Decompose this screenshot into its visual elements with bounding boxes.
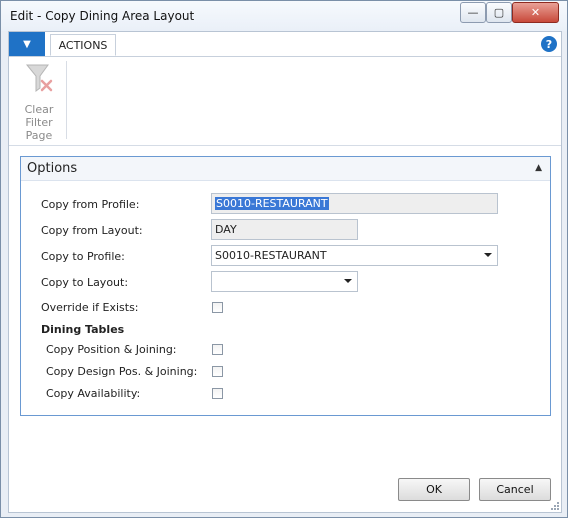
dialog-client: ▼ ACTIONS ? Clear Filter Page Options ▲ … xyxy=(8,31,562,513)
minimize-icon: — xyxy=(467,6,479,19)
copy-design-label: Copy Design Pos. & Joining: xyxy=(46,365,198,378)
group-label-page: Page xyxy=(25,129,53,142)
copy-to-layout-select[interactable] xyxy=(211,271,358,292)
clear-filter-button[interactable]: Clear Filter xyxy=(19,61,59,129)
ribbon: Clear Filter Page xyxy=(9,57,561,146)
override-if-exists-label: Override if Exists: xyxy=(41,301,139,314)
chevron-down-icon[interactable] xyxy=(484,253,492,257)
copy-from-profile-field[interactable]: S0010-RESTAURANT xyxy=(211,193,498,214)
copy-from-profile-value: S0010-RESTAURANT xyxy=(215,197,329,210)
copy-to-profile-select[interactable]: S0010-RESTAURANT xyxy=(211,245,498,266)
copy-to-profile-label: Copy to Profile: xyxy=(41,250,125,263)
dropdown-arrow-icon: ▼ xyxy=(23,38,31,50)
copy-position-checkbox[interactable] xyxy=(212,344,223,355)
copy-to-layout-label: Copy to Layout: xyxy=(41,276,129,289)
options-header[interactable]: Options ▲ xyxy=(21,157,550,181)
ribbon-tab-bar: ▼ ACTIONS ? xyxy=(9,32,561,57)
chevron-down-icon[interactable] xyxy=(344,279,352,283)
copy-from-layout-label: Copy from Layout: xyxy=(41,224,143,237)
maximize-icon: ▢ xyxy=(493,6,505,19)
ok-label: OK xyxy=(426,483,442,496)
title-bar[interactable]: Edit - Copy Dining Area Layout — ▢ ✕ xyxy=(1,1,567,31)
minimize-button[interactable]: — xyxy=(460,2,486,23)
override-if-exists-checkbox[interactable] xyxy=(212,302,223,313)
options-fasttab: Options ▲ Copy from Profile: S0010-RESTA… xyxy=(20,156,551,416)
copy-design-checkbox[interactable] xyxy=(212,366,223,377)
group-divider xyxy=(66,61,67,139)
ok-button[interactable]: OK xyxy=(398,478,470,501)
app-menu-button[interactable]: ▼ xyxy=(9,32,45,56)
options-title: Options xyxy=(27,161,78,176)
clear-filter-icon xyxy=(25,64,53,92)
dining-tables-heading: Dining Tables xyxy=(41,323,125,336)
close-button[interactable]: ✕ xyxy=(512,2,559,23)
dialog-window: Edit - Copy Dining Area Layout — ▢ ✕ ▼ A… xyxy=(0,0,568,518)
copy-to-profile-value: S0010-RESTAURANT xyxy=(215,249,327,262)
cancel-label: Cancel xyxy=(496,483,534,496)
collapse-icon[interactable]: ▲ xyxy=(535,163,542,173)
clear-filter-label: Clear Filter xyxy=(24,103,54,129)
copy-from-profile-label: Copy from Profile: xyxy=(41,198,140,211)
copy-availability-label: Copy Availability: xyxy=(46,387,141,400)
help-button[interactable]: ? xyxy=(541,36,557,52)
help-icon: ? xyxy=(545,37,553,51)
tab-actions[interactable]: ACTIONS xyxy=(50,34,116,56)
copy-position-label: Copy Position & Joining: xyxy=(46,343,177,356)
tab-actions-label: ACTIONS xyxy=(58,38,108,52)
copy-from-layout-value: DAY xyxy=(215,223,237,236)
cancel-button[interactable]: Cancel xyxy=(479,478,551,501)
resize-grip-icon[interactable] xyxy=(551,502,559,510)
copy-availability-checkbox[interactable] xyxy=(212,388,223,399)
window-title: Edit - Copy Dining Area Layout xyxy=(10,9,195,23)
maximize-button[interactable]: ▢ xyxy=(486,2,512,23)
close-icon: ✕ xyxy=(530,6,541,19)
copy-from-layout-field[interactable]: DAY xyxy=(211,219,358,240)
